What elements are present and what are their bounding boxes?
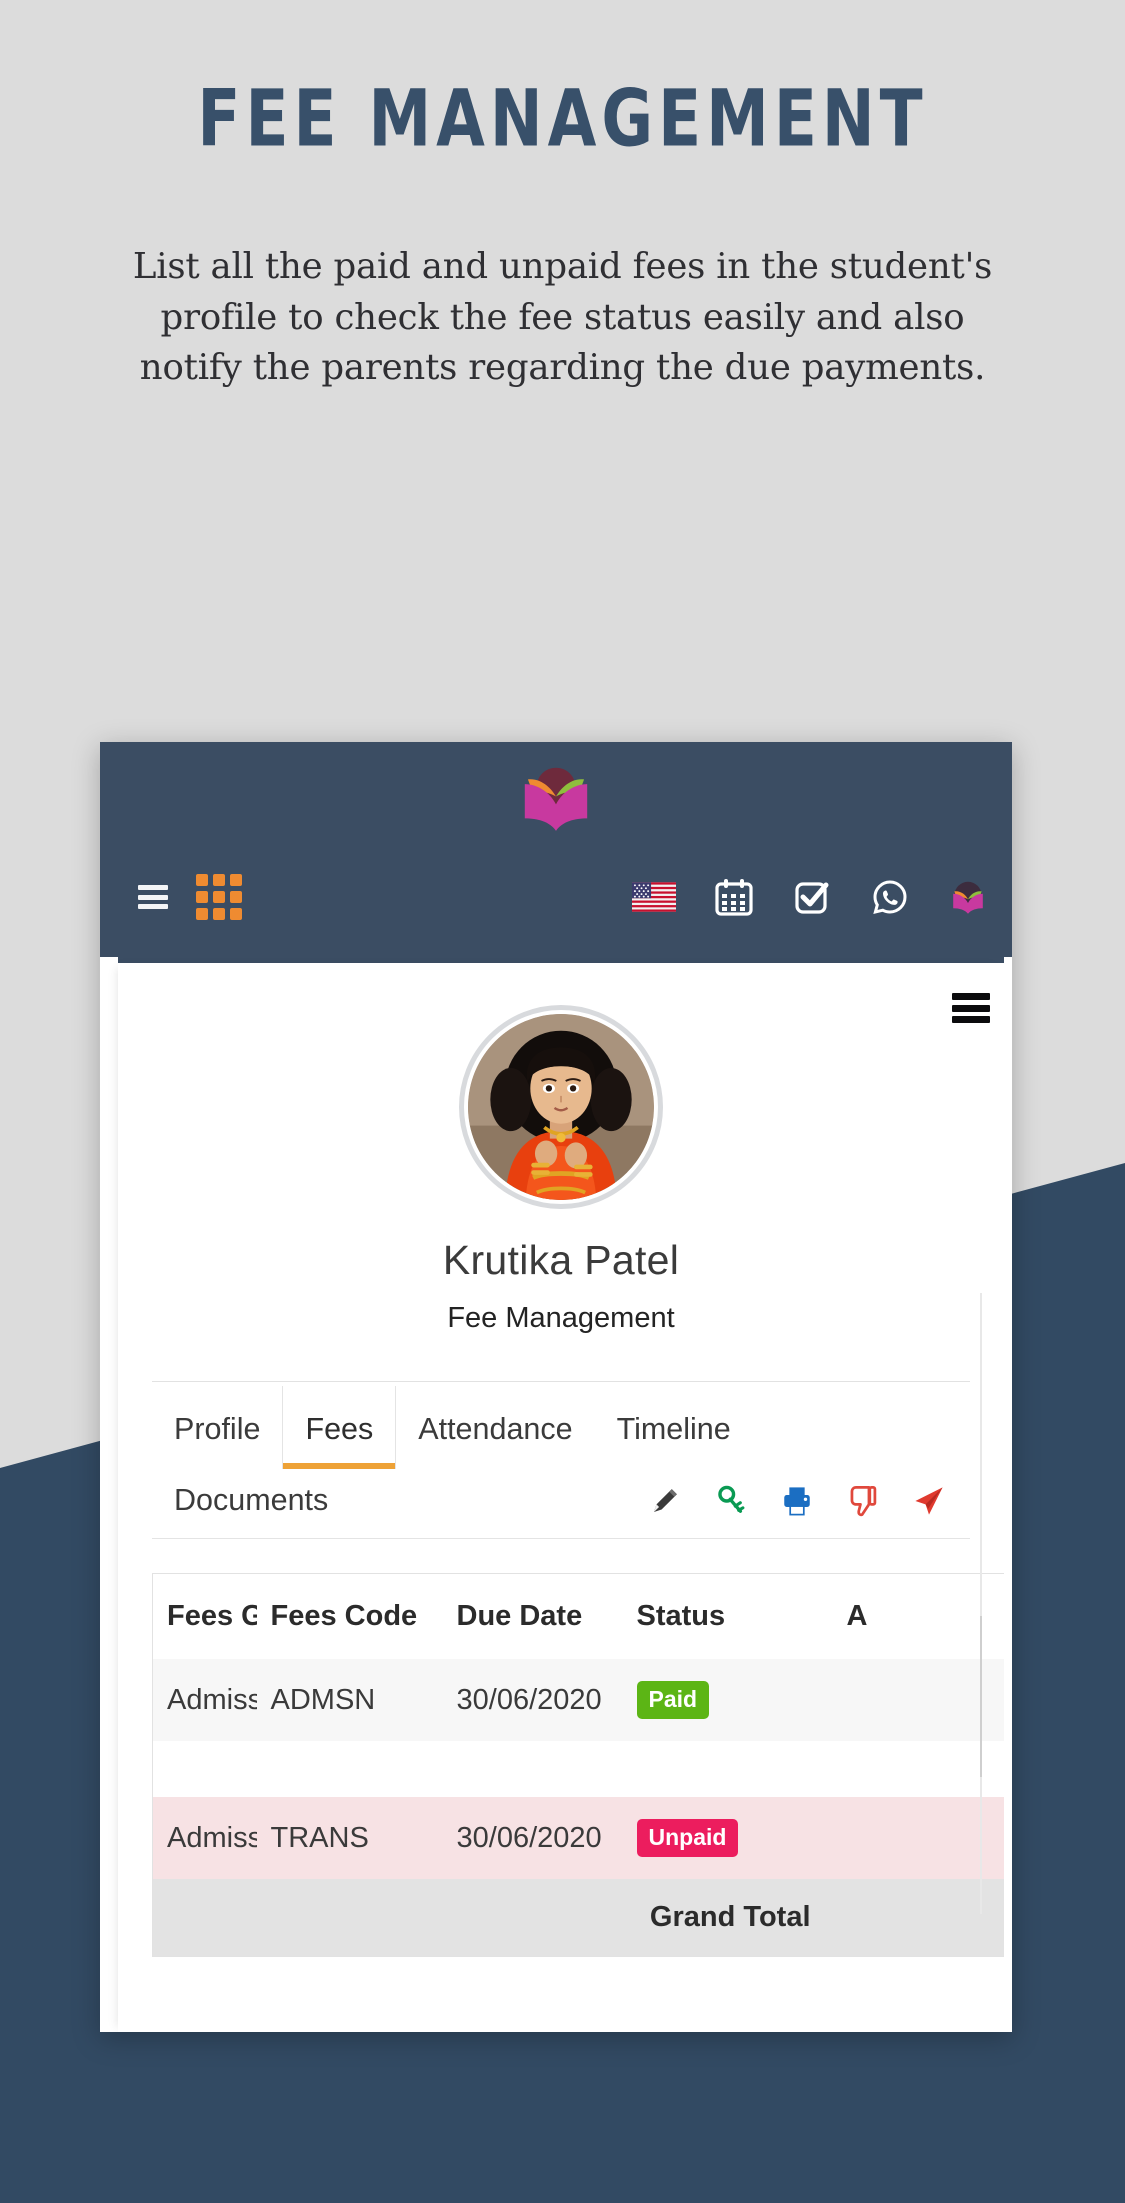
calendar-icon[interactable]: [714, 877, 754, 917]
app-header: [100, 742, 1012, 957]
grand-total-value: [832, 1879, 1004, 1957]
open-book-logo: [524, 767, 588, 831]
thumbs-down-icon[interactable]: [846, 1484, 880, 1518]
page-title: FEE MANAGEMENT: [197, 73, 928, 165]
table-row: [152, 1741, 1004, 1797]
grid-apps-icon[interactable]: [196, 874, 242, 920]
status-badge: Unpaid: [636, 1819, 739, 1857]
vertical-scrollbar[interactable]: [980, 1293, 982, 1914]
col-fees-code: Fees Code: [270, 1600, 418, 1632]
cell-empty-3: [442, 1879, 623, 1957]
cell-amount: [832, 1659, 1004, 1741]
cell-due-date: 30/06/2020: [442, 1797, 623, 1879]
profile-subtitle: Fee Management: [447, 1302, 675, 1334]
cell-status: [622, 1741, 833, 1797]
table-row[interactable]: Admission TRANS 30/06/2020 Unpaid: [152, 1797, 1004, 1879]
avatar: [459, 1005, 663, 1209]
tab-timeline[interactable]: Timeline: [595, 1386, 753, 1469]
col-status: Status: [636, 1600, 726, 1632]
screen-content: Krutika Patel Fee Management Profile Fee…: [118, 963, 1004, 2032]
avatar-image: [468, 1014, 654, 1200]
fees-table: Fees Group Fees Code Due Date Status A A…: [152, 1573, 1004, 1957]
fees-table-wrapper: Fees Group Fees Code Due Date Status A A…: [152, 1573, 1004, 1957]
cell-due-date: 30/06/2020: [442, 1659, 623, 1741]
cell-empty-1: [152, 1879, 257, 1957]
cell-fees-group: Admission: [152, 1797, 257, 1879]
print-icon[interactable]: [780, 1484, 814, 1518]
cell-due-date: [442, 1741, 623, 1797]
whatsapp-icon[interactable]: [870, 877, 910, 917]
open-book-logo-icon[interactable]: [948, 877, 988, 917]
student-profile: Krutika Patel Fee Management: [118, 963, 1004, 1335]
table-header-row: Fees Group Fees Code Due Date Status A: [153, 1574, 1005, 1660]
tab-profile[interactable]: Profile: [152, 1386, 282, 1469]
tab-attendance[interactable]: Attendance: [396, 1386, 594, 1469]
promo-section: FEE MANAGEMENT List all the paid and unp…: [0, 0, 1125, 393]
student-name: Krutika Patel: [442, 1237, 680, 1283]
cell-empty-2: [256, 1879, 443, 1957]
send-icon[interactable]: [912, 1484, 946, 1518]
scrollbar-thumb[interactable]: [980, 1615, 982, 1778]
status-badge: Paid: [636, 1681, 710, 1719]
col-due-date: Due Date: [456, 1600, 583, 1632]
grand-total-label: Grand Total: [622, 1879, 833, 1957]
tab-fees[interactable]: Fees: [282, 1386, 397, 1469]
cell-fees-code: TRANS: [256, 1797, 443, 1879]
hamburger-icon[interactable]: [138, 885, 168, 909]
tabs-section: Profile Fees Attendance Timeline Documen…: [152, 1381, 970, 1539]
corner-hamburger-icon[interactable]: [952, 993, 990, 1023]
edit-pencil-icon[interactable]: [648, 1484, 682, 1518]
table-row[interactable]: Admission ADMSN 30/06/2020 Paid: [152, 1659, 1004, 1741]
cell-amount: [832, 1797, 1004, 1879]
cell-fees-group: [152, 1741, 257, 1797]
app-screen: Krutika Patel Fee Management Profile Fee…: [100, 957, 1012, 2032]
checkbox-icon[interactable]: [792, 877, 832, 917]
us-flag-icon[interactable]: [632, 882, 676, 912]
cell-fees-code: ADMSN: [256, 1659, 443, 1741]
cell-fees-code: [256, 1741, 443, 1797]
cell-status: Unpaid: [622, 1797, 833, 1879]
cell-status: Paid: [622, 1659, 833, 1741]
col-amount: A: [846, 1600, 868, 1632]
tool-icon-group: [648, 1484, 960, 1518]
documents-label[interactable]: Documents: [174, 1483, 328, 1518]
col-fees-group: Fees Group: [167, 1600, 257, 1632]
promo-description: List all the paid and unpaid fees in the…: [132, 246, 993, 388]
phone-mockup: Krutika Patel Fee Management Profile Fee…: [100, 742, 1012, 2032]
tab-bar: Profile Fees Attendance Timeline: [152, 1382, 970, 1469]
tools-bar: Documents: [152, 1469, 970, 1539]
key-icon[interactable]: [714, 1484, 748, 1518]
table-footer-row: Grand Total: [152, 1879, 1004, 1957]
cell-amount: [832, 1741, 1004, 1797]
cell-fees-group: Admission: [152, 1659, 257, 1741]
